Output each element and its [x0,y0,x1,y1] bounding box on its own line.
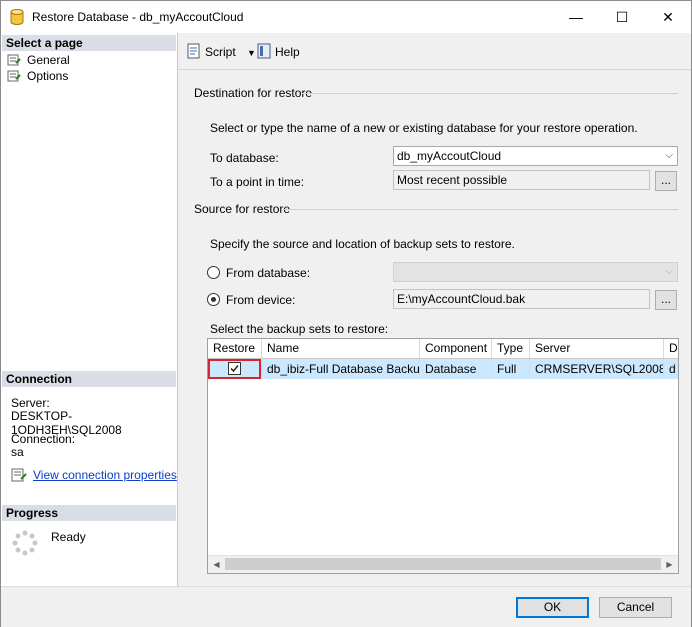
to-database-value: db_myAccoutCloud [397,149,502,163]
from-database-radio[interactable] [207,266,220,279]
window-title: Restore Database - db_myAccoutCloud [32,10,244,24]
backup-sets-grid[interactable]: Restore Name Component Type Server D db_… [207,338,679,574]
connection-value: sa [11,445,24,459]
view-connection-link[interactable]: View connection properties [33,468,177,482]
ok-button[interactable]: OK [516,597,589,618]
connection-header: Connection [2,371,176,387]
d-cell: d [669,362,676,376]
cancel-button[interactable]: Cancel [599,597,672,618]
point-in-time-value: Most recent possible [397,173,508,187]
page-item-options[interactable]: Options [7,68,68,84]
scrollbar-thumb[interactable] [225,558,661,570]
progress-status: Ready [51,530,86,544]
properties-icon [11,468,27,482]
source-instruction: Specify the source and location of backu… [210,237,515,251]
to-database-label: To database: [210,151,279,165]
progress-spinner-icon [12,530,38,556]
script-icon [187,43,200,59]
from-device-label: From device: [226,293,296,307]
page-wrench-icon [7,70,21,82]
restore-database-dialog: Restore Database - db_myAccoutCloud — ☐ … [0,0,692,627]
page-item-general[interactable]: General [7,52,70,68]
help-label: Help [275,45,300,59]
view-connection-properties[interactable]: View connection properties [11,468,177,482]
column-header-restore[interactable]: Restore [208,339,262,358]
table-row[interactable]: db_ibiz-Full Database Backup Database Fu… [208,359,678,379]
component-cell: Database [420,359,492,379]
column-header-type[interactable]: Type [492,339,530,358]
chevron-down-icon[interactable]: ⌵ [665,147,673,165]
minimize-button[interactable]: — [553,1,599,33]
to-database-combobox[interactable]: db_myAccoutCloud ⌵ [393,146,678,166]
source-divider [284,209,678,210]
from-device-radio[interactable] [207,293,220,306]
column-header-name[interactable]: Name [262,339,420,358]
source-section-title: Source for restore [194,202,291,216]
from-device-value: E:\myAccountCloud.bak [397,292,526,306]
horizontal-scrollbar[interactable]: ◀ ▶ [208,555,678,573]
connection-label: Connection: [11,432,76,446]
page-wrench-icon [7,54,21,66]
dropdown-arrow-icon[interactable]: ▼ [247,48,256,58]
backup-name-cell: db_ibiz-Full Database Backup [262,359,420,379]
title-bar: Restore Database - db_myAccoutCloud — ☐ … [1,1,691,33]
from-device-browse-button[interactable]: ... [655,290,677,310]
column-header-d[interactable]: D [664,339,678,358]
toolbar: Script ▼ Help [178,33,691,70]
restore-highlight-box [208,359,261,379]
column-header-server[interactable]: Server [530,339,664,358]
maximize-button[interactable]: ☐ [599,1,645,33]
restore-cell[interactable] [208,359,262,379]
server-cell: CRMSERVER\SQL2008 [530,359,664,379]
type-cell: Full [492,359,530,379]
scroll-left-icon[interactable]: ◀ [208,556,225,573]
help-button[interactable]: Help [256,43,300,59]
script-label: Script [205,45,236,59]
script-button[interactable]: Script ▼ [186,43,256,59]
point-in-time-browse-button[interactable]: ... [655,171,677,191]
scroll-right-icon[interactable]: ▶ [661,556,678,573]
from-database-label: From database: [226,266,311,280]
grid-header: Restore Name Component Type Server D [208,339,678,359]
dialog-footer: OK Cancel [1,586,691,627]
destination-section-title: Destination for restore [194,86,313,100]
left-panel: Select a page General Options Connection… [1,33,178,586]
help-book-icon [257,43,271,59]
close-button[interactable]: ✕ [645,1,691,33]
from-device-field: E:\myAccountCloud.bak [393,289,650,309]
destination-divider [302,93,678,94]
destination-instruction: Select or type the name of a new or exis… [210,121,638,135]
column-header-component[interactable]: Component [420,339,492,358]
database-icon [10,9,24,25]
point-in-time-field: Most recent possible [393,170,650,190]
chevron-down-icon: ⌵ [665,266,673,277]
server-label: Server: [11,396,50,410]
page-item-label: General [27,53,70,67]
point-in-time-label: To a point in time: [210,175,305,189]
from-database-combobox[interactable]: ⌵ [393,262,678,282]
page-item-label: Options [27,69,69,83]
backup-sets-label: Select the backup sets to restore: [210,322,389,336]
progress-header: Progress [2,505,176,521]
select-page-header: Select a page [2,35,176,51]
right-panel: Script ▼ Help Destination for restore Se… [178,33,691,586]
